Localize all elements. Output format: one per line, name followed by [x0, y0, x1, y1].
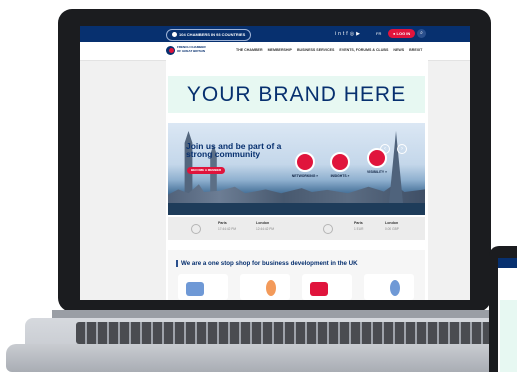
- clock-icon: [191, 224, 201, 234]
- hero-banner: Join us and be part of a strong communit…: [168, 123, 425, 215]
- paris-time-label: Paris: [218, 221, 227, 225]
- london-rate-value: 0.00 GBP: [385, 227, 399, 231]
- networking-icon: [295, 152, 315, 172]
- feature-insights-text: INSIGHTS: [330, 174, 347, 178]
- nav-link-brexit[interactable]: BREXIT: [409, 48, 422, 52]
- london-time-label: London: [256, 221, 270, 225]
- service-illustration-3: [310, 282, 328, 296]
- nav-link-the-chamber[interactable]: THE CHAMBER: [236, 48, 263, 52]
- lightbulb-icon: [330, 152, 350, 172]
- paris-time-value: 17:44:42 PM: [218, 227, 237, 231]
- chambers-count-text: 104 CHAMBERS IN 93 COUNTRIES: [179, 32, 246, 37]
- login-button[interactable]: ● LOG IN: [388, 29, 416, 38]
- feature-insights-chevron-icon: »: [347, 174, 350, 178]
- globe-icon: [172, 32, 177, 38]
- chamber-logo-text[interactable]: FRENCH CHAMBER OF GREAT BRITAIN: [177, 45, 207, 53]
- service-illustration-1: [186, 282, 204, 296]
- feature-visibility-text: VISIBILITY: [367, 170, 385, 174]
- service-illustration-2: [266, 280, 276, 296]
- thames-river: [168, 203, 425, 215]
- services-section: We are a one stop shop for business deve…: [168, 250, 425, 300]
- feature-visibility-chevron-icon: »: [385, 170, 387, 174]
- service-card-1[interactable]: [178, 274, 228, 300]
- service-illustration-4: [390, 280, 400, 296]
- nav-link-news[interactable]: NEWS: [393, 48, 404, 52]
- laptop-keyboard: [76, 322, 500, 344]
- search-icon: ⌕: [420, 30, 423, 36]
- top-bar: 104 CHAMBERS IN 93 COUNTRIES intf◎▶ FR ●…: [80, 26, 470, 42]
- tablet-top-bar: [498, 258, 517, 268]
- paris-rate-label: Paris: [354, 221, 363, 225]
- social-icons: intf◎▶: [335, 29, 362, 39]
- london-rate-label: London: [385, 221, 399, 225]
- megaphone-icon: [367, 148, 387, 168]
- feature-visibility[interactable]: VISIBILITY »: [355, 148, 399, 174]
- feature-networking-text: NETWORKING: [291, 174, 316, 178]
- search-button[interactable]: ⌕: [417, 29, 426, 38]
- feature-insights-label: INSIGHTS »: [318, 174, 362, 178]
- section-accent-bar: [176, 260, 178, 267]
- hero-title: Join us and be part of a strong communit…: [186, 141, 282, 159]
- linkedin-icon[interactable]: in: [335, 31, 343, 37]
- euro-icon: [323, 224, 333, 234]
- paris-rate-value: 1 EUR: [354, 227, 364, 231]
- become-member-button[interactable]: BECOME A MEMBER: [187, 167, 226, 174]
- service-card-2[interactable]: [240, 274, 290, 300]
- tablet-brand-banner: [500, 300, 517, 372]
- youtube-icon[interactable]: ▶: [356, 31, 362, 37]
- language-switch[interactable]: FR: [376, 29, 381, 39]
- service-card-3[interactable]: [302, 274, 352, 300]
- london-time-value: 12:44:42 PM: [256, 227, 275, 231]
- login-label: LOG IN: [396, 31, 411, 36]
- chambers-count-pill[interactable]: 104 CHAMBERS IN 93 COUNTRIES: [166, 29, 252, 41]
- feature-visibility-label: VISIBILITY »: [355, 170, 399, 174]
- nav-links: THE CHAMBER MEMBERSHIP BUSINESS SERVICES EV…: [236, 48, 427, 52]
- info-strip: Paris 17:44:42 PM London 12:44:42 PM Par…: [168, 217, 425, 240]
- laptop-front-edge: [6, 344, 517, 372]
- nav-link-events[interactable]: EVENTS, FORUMS & CLUBS: [339, 48, 388, 52]
- chamber-logo-icon[interactable]: [166, 46, 175, 55]
- nav-link-business-services[interactable]: BUSINESS SERVICES: [297, 48, 334, 52]
- service-card-4[interactable]: [364, 274, 414, 300]
- brand-banner[interactable]: YOUR BRAND HERE: [168, 76, 425, 113]
- main-nav: FRENCH CHAMBER OF GREAT BRITAIN THE CHAM…: [80, 42, 470, 61]
- services-title: We are a one stop shop for business deve…: [181, 260, 358, 267]
- nav-link-membership[interactable]: MEMBERSHIP: [268, 48, 292, 52]
